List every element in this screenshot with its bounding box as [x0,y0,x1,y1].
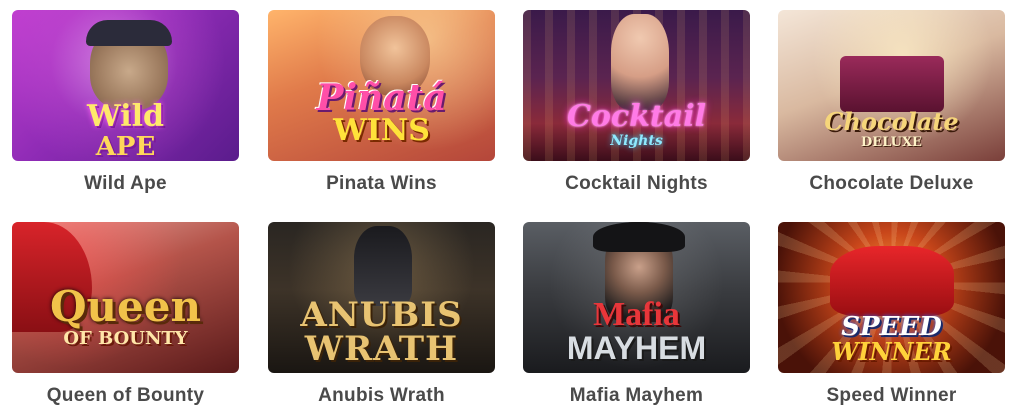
game-card-queen-of-bounty[interactable]: Queen OF BOUNTY Queen of Bounty [12,222,239,407]
game-card-speed-winner[interactable]: SPEED WINNER Speed Winner [778,222,1005,407]
game-title[interactable]: Wild Ape [12,173,239,195]
bartender-character-art [611,14,669,110]
game-title[interactable]: Chocolate Deluxe [778,173,1005,195]
game-title[interactable]: Pinata Wins [268,173,495,195]
game-thumbnail[interactable]: Wild APE [12,10,239,161]
game-grid: Wild APE Wild Ape Piñatá WINS Pinata Win… [0,0,1015,419]
game-thumbnail[interactable]: Piñatá WINS [268,10,495,161]
game-thumbnail[interactable]: SPEED WINNER [778,222,1005,373]
cap-art [86,20,172,46]
game-thumbnail[interactable]: Chocolate DELUXE [778,10,1005,161]
fedora-hat-art [593,222,685,252]
game-card-anubis-wrath[interactable]: ANUBIS WRATH Anubis Wrath [268,222,495,407]
game-thumbnail[interactable]: ANUBIS WRATH [268,222,495,373]
race-car-art [830,246,954,316]
game-title[interactable]: Cocktail Nights [523,173,750,195]
chocolate-box-art [840,56,944,112]
game-card-pinata-wins[interactable]: Piñatá WINS Pinata Wins [268,10,495,195]
game-card-cocktail-nights[interactable]: Cocktail Nights Cocktail Nights [523,10,750,195]
anubis-character-art [354,226,412,306]
game-title[interactable]: Anubis Wrath [268,385,495,407]
game-card-chocolate-deluxe[interactable]: Chocolate DELUXE Chocolate Deluxe [778,10,1005,195]
game-card-wild-ape[interactable]: Wild APE Wild Ape [12,10,239,195]
game-title[interactable]: Mafia Mayhem [523,385,750,407]
game-title[interactable]: Speed Winner [778,385,1005,407]
game-thumbnail[interactable]: Queen OF BOUNTY [12,222,239,373]
game-title[interactable]: Queen of Bounty [12,385,239,407]
game-thumbnail[interactable]: Cocktail Nights [523,10,750,161]
game-thumbnail[interactable]: Mafia MAYHEM [523,222,750,373]
game-card-mafia-mayhem[interactable]: Mafia MAYHEM Mafia Mayhem [523,222,750,407]
girl-character-art [360,16,430,96]
